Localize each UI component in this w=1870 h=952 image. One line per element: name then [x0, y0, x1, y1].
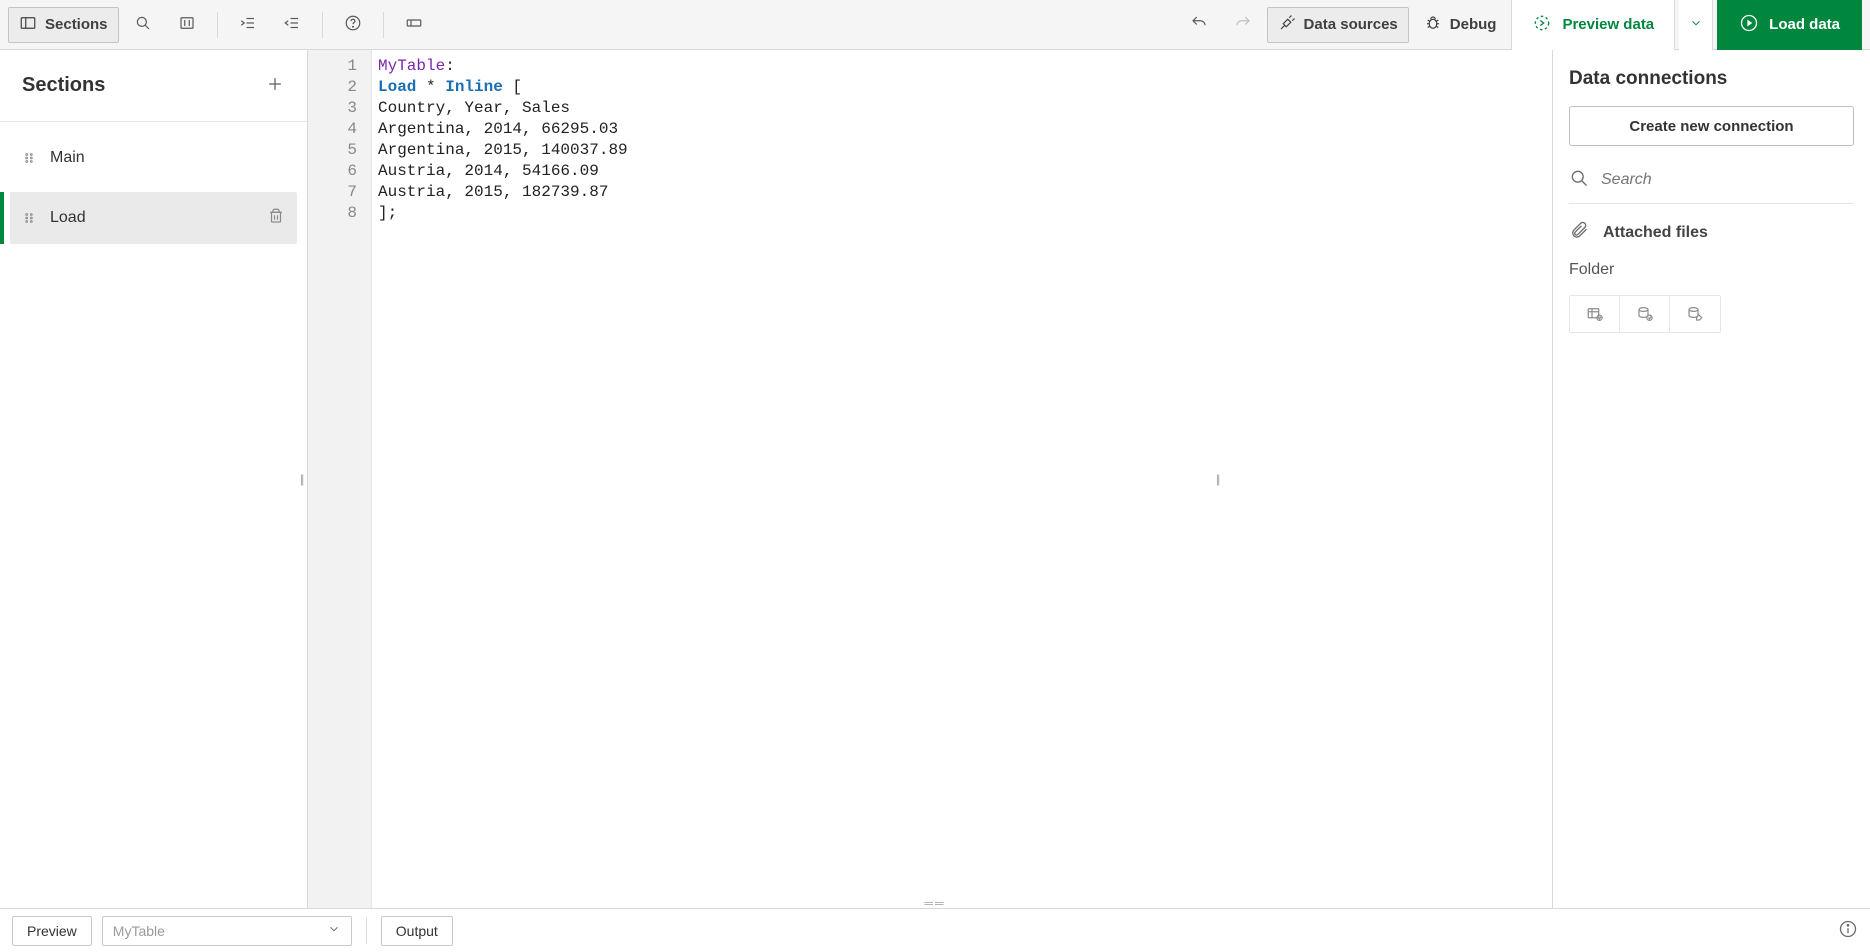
preview-data-button[interactable]: Preview data — [1511, 0, 1675, 50]
field-icon — [405, 14, 423, 35]
insert-button[interactable] — [394, 7, 434, 43]
panel-icon — [19, 14, 37, 36]
line-number-gutter: 12345678 — [308, 50, 372, 908]
output-tab-button[interactable]: Output — [381, 916, 453, 946]
load-data-button[interactable]: Load data — [1717, 0, 1862, 50]
sections-header: Sections — [0, 50, 307, 122]
debug-button[interactable]: Debug — [1413, 7, 1508, 43]
data-sources-label: Data sources — [1304, 16, 1398, 33]
line-number: 7 — [308, 182, 371, 203]
create-connection-button[interactable]: Create new connection — [1569, 106, 1854, 146]
chevron-down-icon — [327, 922, 341, 939]
code-line[interactable]: Argentina, 2014, 66295.03 — [378, 119, 1546, 140]
outdent-button[interactable] — [272, 7, 312, 43]
code-line[interactable]: Austria, 2015, 182739.87 — [378, 182, 1546, 203]
connections-search-input[interactable] — [1599, 170, 1854, 190]
connections-search — [1569, 162, 1854, 204]
preview-table-placeholder: MyTable — [113, 923, 165, 939]
section-list: Main Load — [0, 122, 307, 254]
attached-files-header: Attached files — [1569, 220, 1854, 245]
add-section-button[interactable] — [265, 74, 285, 97]
sections-toggle-label: Sections — [45, 16, 108, 33]
section-item-label: Main — [50, 149, 85, 167]
attached-files-label: Attached files — [1603, 224, 1708, 242]
bottom-bar: Preview MyTable Output — [0, 908, 1870, 952]
play-circle-icon — [1739, 13, 1759, 37]
comment-icon — [178, 14, 196, 35]
delete-section-button[interactable] — [267, 207, 285, 230]
panel-resize-handle-left[interactable]: || — [300, 472, 308, 486]
preview-tab-button[interactable]: Preview — [12, 916, 92, 946]
debug-label: Debug — [1450, 16, 1497, 33]
line-number: 2 — [308, 77, 371, 98]
code-line[interactable]: Austria, 2014, 54166.09 — [378, 161, 1546, 182]
chevron-down-icon — [1689, 16, 1703, 33]
folder-actions — [1569, 295, 1721, 333]
code-line[interactable]: Load * Inline [ — [378, 77, 1546, 98]
section-item-label: Load — [50, 209, 86, 227]
drag-handle-icon[interactable] — [22, 151, 36, 165]
code-line[interactable]: Country, Year, Sales — [378, 98, 1546, 119]
bug-icon — [1424, 14, 1442, 36]
line-number: 6 — [308, 161, 371, 182]
folder-label: Folder — [1569, 261, 1854, 279]
toolbar-divider — [322, 12, 323, 38]
comment-toggle-button[interactable] — [167, 7, 207, 43]
paperclip-icon — [1569, 220, 1589, 245]
code-line[interactable]: Argentina, 2015, 140037.89 — [378, 140, 1546, 161]
preview-table-select[interactable]: MyTable — [102, 916, 352, 946]
bottom-divider — [366, 918, 367, 944]
info-button[interactable] — [1838, 919, 1858, 942]
panel-resize-handle-right[interactable]: || — [1216, 472, 1224, 486]
line-number: 5 — [308, 140, 371, 161]
insert-script-button[interactable] — [1620, 296, 1670, 332]
help-icon — [344, 14, 362, 35]
line-number: 4 — [308, 119, 371, 140]
preview-icon — [1532, 13, 1552, 37]
code-content[interactable]: MyTable:Load * Inline [Country, Year, Sa… — [372, 50, 1552, 908]
drag-handle-icon[interactable] — [22, 211, 36, 225]
line-number: 3 — [308, 98, 371, 119]
help-button[interactable] — [333, 7, 373, 43]
section-item-main[interactable]: Main — [10, 132, 297, 184]
search-icon — [134, 14, 152, 35]
sections-title: Sections — [22, 74, 105, 97]
plug-icon — [1278, 14, 1296, 36]
toolbar-divider — [383, 12, 384, 38]
undo-icon — [1190, 14, 1208, 35]
redo-icon — [1234, 14, 1252, 35]
preview-data-label: Preview data — [1562, 16, 1654, 33]
indent-button[interactable] — [228, 7, 268, 43]
search-icon — [1569, 168, 1589, 191]
load-data-label: Load data — [1769, 16, 1840, 33]
bottom-panel-resize-handle[interactable]: ══ — [924, 896, 945, 910]
search-button[interactable] — [123, 7, 163, 43]
select-data-button[interactable] — [1570, 296, 1620, 332]
redo-button[interactable] — [1223, 7, 1263, 43]
code-line[interactable]: MyTable: — [378, 56, 1546, 77]
script-editor[interactable]: 12345678 MyTable:Load * Inline [Country,… — [308, 50, 1552, 908]
undo-button[interactable] — [1179, 7, 1219, 43]
section-item-load[interactable]: Load — [10, 192, 297, 244]
sections-panel: Sections Main Load — [0, 50, 308, 908]
data-sources-button[interactable]: Data sources — [1267, 7, 1409, 43]
outdent-icon — [283, 14, 301, 35]
line-number: 8 — [308, 203, 371, 224]
code-line[interactable]: ]; — [378, 203, 1546, 224]
data-connections-title: Data connections — [1569, 68, 1854, 90]
toolbar-divider — [217, 12, 218, 38]
indent-icon — [239, 14, 257, 35]
line-number: 1 — [308, 56, 371, 77]
main-area: Sections Main Load || — [0, 50, 1870, 908]
preview-dropdown-button[interactable] — [1679, 0, 1713, 50]
top-toolbar: Sections — [0, 0, 1870, 50]
data-connections-panel: Data connections Create new connection A… — [1552, 50, 1870, 908]
edit-connection-button[interactable] — [1670, 296, 1720, 332]
sections-toggle-button[interactable]: Sections — [8, 7, 119, 43]
